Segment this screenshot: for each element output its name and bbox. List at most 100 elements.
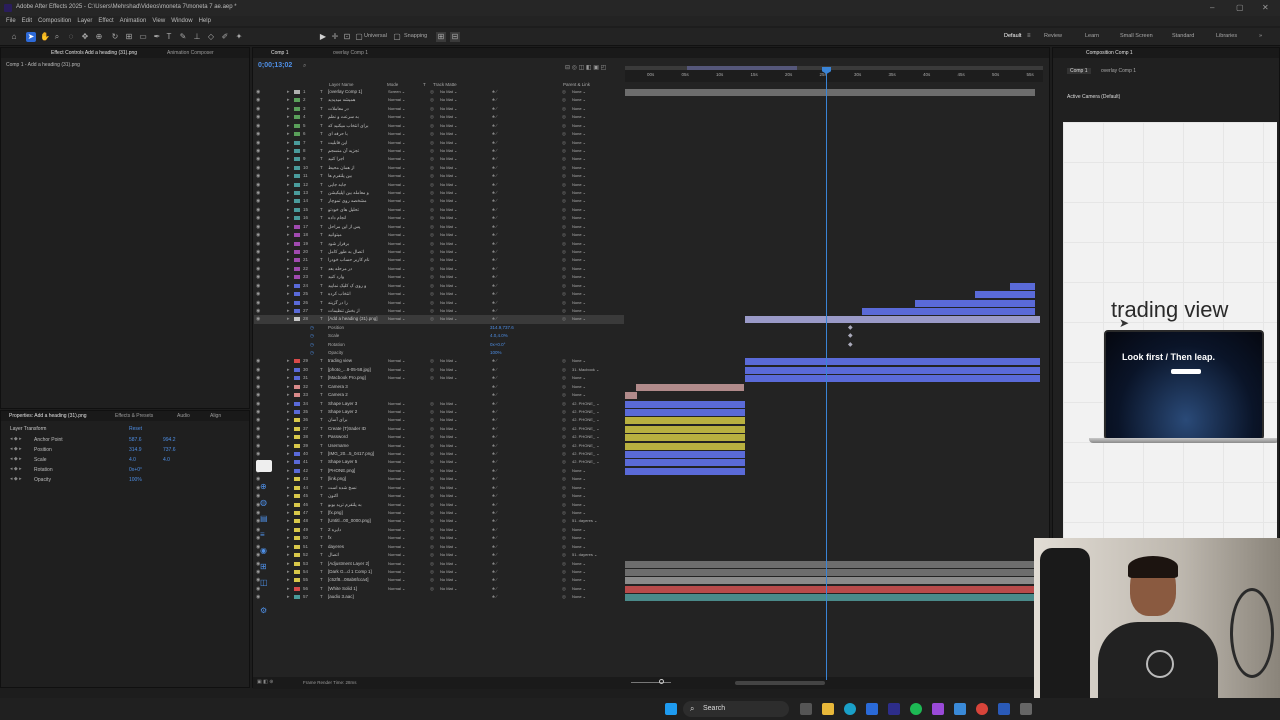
layer-duration-bar[interactable] xyxy=(625,392,637,400)
track-matte-dropdown[interactable]: No Mat ⌄ xyxy=(440,485,470,491)
workspace-small-screen[interactable]: Small Screen xyxy=(1120,33,1153,39)
switches[interactable]: ♣ ∕ xyxy=(492,434,497,439)
parent-dropdown[interactable]: None ⌄ xyxy=(572,156,612,162)
switches[interactable]: ♣ ∕ xyxy=(492,89,497,94)
tab-effects-presets[interactable]: Effects & Presets xyxy=(115,413,153,419)
mode-dropdown[interactable]: Normal ⌄ xyxy=(388,291,416,297)
parent-dropdown[interactable]: 42. PHONE_ ⌄ xyxy=(572,409,612,415)
label-color[interactable] xyxy=(294,586,300,591)
parent-dropdown[interactable]: None ⌄ xyxy=(572,89,612,95)
label-color[interactable] xyxy=(294,123,300,128)
switches[interactable]: ♣ ∕ xyxy=(492,182,497,187)
matte-icon[interactable]: ◎ xyxy=(430,224,434,230)
expand-arrow-icon[interactable]: ▸ xyxy=(287,249,290,255)
parent-dropdown[interactable]: None ⌄ xyxy=(572,300,612,306)
mode-dropdown[interactable]: Normal ⌄ xyxy=(388,232,416,238)
layer-name[interactable]: این قابلیت xyxy=(328,140,384,146)
track-matte-dropdown[interactable]: No Mat ⌄ xyxy=(440,561,470,567)
tab-properties[interactable]: Properties: Add a heading (31).png xyxy=(9,413,87,419)
layer-duration-bar[interactable] xyxy=(745,366,1040,374)
parent-dropdown[interactable]: None ⌄ xyxy=(572,527,612,533)
mode-dropdown[interactable]: Normal ⌄ xyxy=(388,476,416,482)
layer-name[interactable]: به پلتفرم ترید بوبو xyxy=(328,502,384,508)
layer-duration-bar[interactable] xyxy=(1010,282,1035,290)
switches[interactable]: ♣ ∕ xyxy=(492,518,497,523)
pickwhip-icon[interactable]: ◎ xyxy=(562,569,566,575)
track-matte-dropdown[interactable]: No Mat ⌄ xyxy=(440,241,470,247)
table-row[interactable]: ◉ ▸ 35 T Shape Layer 2 Normal ⌄ ◎ No Mat ⌄ ♣ ∕ ◎ 4… xyxy=(254,408,624,417)
layer-name[interactable]: میتوانید xyxy=(328,232,384,238)
visibility-eye-icon[interactable]: ◉ xyxy=(256,409,260,415)
parent-dropdown[interactable]: None ⌄ xyxy=(572,207,612,213)
track-matte-dropdown[interactable]: No Mat ⌄ xyxy=(440,577,470,583)
label-color[interactable] xyxy=(294,207,300,212)
track-matte-dropdown[interactable]: No Mat ⌄ xyxy=(440,375,470,381)
visibility-eye-icon[interactable]: ◉ xyxy=(256,131,260,137)
workspace-learn[interactable]: Learn xyxy=(1085,33,1099,39)
parent-dropdown[interactable]: None ⌄ xyxy=(572,544,612,550)
track-matte-dropdown[interactable]: No Mat ⌄ xyxy=(440,468,470,474)
visibility-eye-icon[interactable]: ◉ xyxy=(256,358,260,364)
track-matte-dropdown[interactable]: No Mat ⌄ xyxy=(440,257,470,263)
layer-name[interactable]: جابه جایی xyxy=(328,182,384,188)
mode-dropdown[interactable]: Normal ⌄ xyxy=(388,485,416,491)
mode-dropdown[interactable]: Normal ⌄ xyxy=(388,241,416,247)
matte-icon[interactable]: ◎ xyxy=(430,114,434,120)
switches[interactable]: ♣ ∕ xyxy=(492,451,497,456)
label-color[interactable] xyxy=(294,401,300,406)
subtab-comp-1[interactable]: Comp 1 xyxy=(1067,68,1091,74)
matte-icon[interactable]: ◎ xyxy=(430,451,434,457)
switches[interactable]: ♣ ∕ xyxy=(492,502,497,507)
rectangle-tool-icon[interactable]: ▭ xyxy=(138,32,148,42)
visibility-eye-icon[interactable]: ◉ xyxy=(256,367,260,373)
visibility-eye-icon[interactable]: ◉ xyxy=(256,417,260,423)
switches[interactable]: ♣ ∕ xyxy=(492,148,497,153)
table-row[interactable]: ◉ ▸ 56 T [White Solid 1] Normal ⌄ ◎ No Mat ⌄ ♣ ∕… xyxy=(254,585,624,594)
layer-name[interactable]: اتصال به طور کامل xyxy=(328,249,384,255)
table-row[interactable]: ◉ ▸ 40 T [IMG_20...5_0417.png] Normal ⌄ ◎ No Ma… xyxy=(254,450,624,459)
matte-icon[interactable]: ◎ xyxy=(430,106,434,112)
expand-arrow-icon[interactable]: ▸ xyxy=(287,401,290,407)
menu-view[interactable]: View xyxy=(152,16,165,26)
layer-duration-bar[interactable] xyxy=(625,400,745,408)
mode-dropdown[interactable]: Normal ⌄ xyxy=(388,148,416,154)
parent-dropdown[interactable]: None ⌄ xyxy=(572,97,612,103)
expand-arrow-icon[interactable]: ▸ xyxy=(287,426,290,432)
switches[interactable]: ♣ ∕ xyxy=(492,375,497,380)
pickwhip-icon[interactable]: ◎ xyxy=(562,114,566,120)
track-matte-dropdown[interactable]: No Mat ⌄ xyxy=(440,443,470,449)
label-color[interactable] xyxy=(294,182,300,187)
mode-dropdown[interactable]: Normal ⌄ xyxy=(388,358,416,364)
mode-dropdown[interactable]: Normal ⌄ xyxy=(388,493,416,499)
matte-icon[interactable]: ◎ xyxy=(430,257,434,263)
maximize-icon[interactable]: ▢ xyxy=(1236,3,1244,12)
matte-icon[interactable]: ◎ xyxy=(430,198,434,204)
switches[interactable]: ♣ ∕ xyxy=(492,140,497,145)
pickwhip-icon[interactable]: ◎ xyxy=(562,518,566,524)
pickwhip-icon[interactable]: ◎ xyxy=(562,266,566,272)
visibility-eye-icon[interactable]: ◉ xyxy=(256,173,260,179)
parent-dropdown[interactable]: 42. PHONE_ ⌄ xyxy=(572,459,612,465)
layer-duration-bar[interactable] xyxy=(625,89,1035,96)
switches[interactable]: ♣ ∕ xyxy=(492,274,497,279)
track-matte-dropdown[interactable]: No Mat ⌄ xyxy=(440,552,470,558)
expand-arrow-icon[interactable]: ▸ xyxy=(287,89,290,95)
label-color[interactable] xyxy=(294,384,300,389)
visibility-eye-icon[interactable]: ◉ xyxy=(256,316,260,322)
keyframe-icon[interactable]: ◆ xyxy=(848,341,853,348)
layer-duration-bar[interactable] xyxy=(625,459,745,467)
label-color[interactable] xyxy=(294,553,300,558)
expand-arrow-icon[interactable]: ▸ xyxy=(287,459,290,465)
parent-dropdown[interactable]: None ⌄ xyxy=(572,569,612,575)
render-queue-icon[interactable] xyxy=(256,460,272,472)
switches[interactable]: ♣ ∕ xyxy=(492,266,497,271)
tab-effect-controls[interactable]: Effect Controls Add a heading (31).png xyxy=(51,50,137,56)
mode-dropdown[interactable]: Normal ⌄ xyxy=(388,375,416,381)
table-row[interactable]: ◉ ▸ 36 T برای آسان Normal ⌄ ◎ No Mat ⌄ ♣ ∕ ◎ 42. P… xyxy=(254,416,624,425)
parent-dropdown[interactable]: None ⌄ xyxy=(572,274,612,280)
parent-dropdown[interactable]: None ⌄ xyxy=(572,266,612,272)
layer-duration-bar[interactable] xyxy=(625,451,745,459)
visibility-eye-icon[interactable]: ◉ xyxy=(256,89,260,95)
track-matte-dropdown[interactable]: No Mat ⌄ xyxy=(440,535,470,541)
expand-arrow-icon[interactable]: ▸ xyxy=(287,468,290,474)
